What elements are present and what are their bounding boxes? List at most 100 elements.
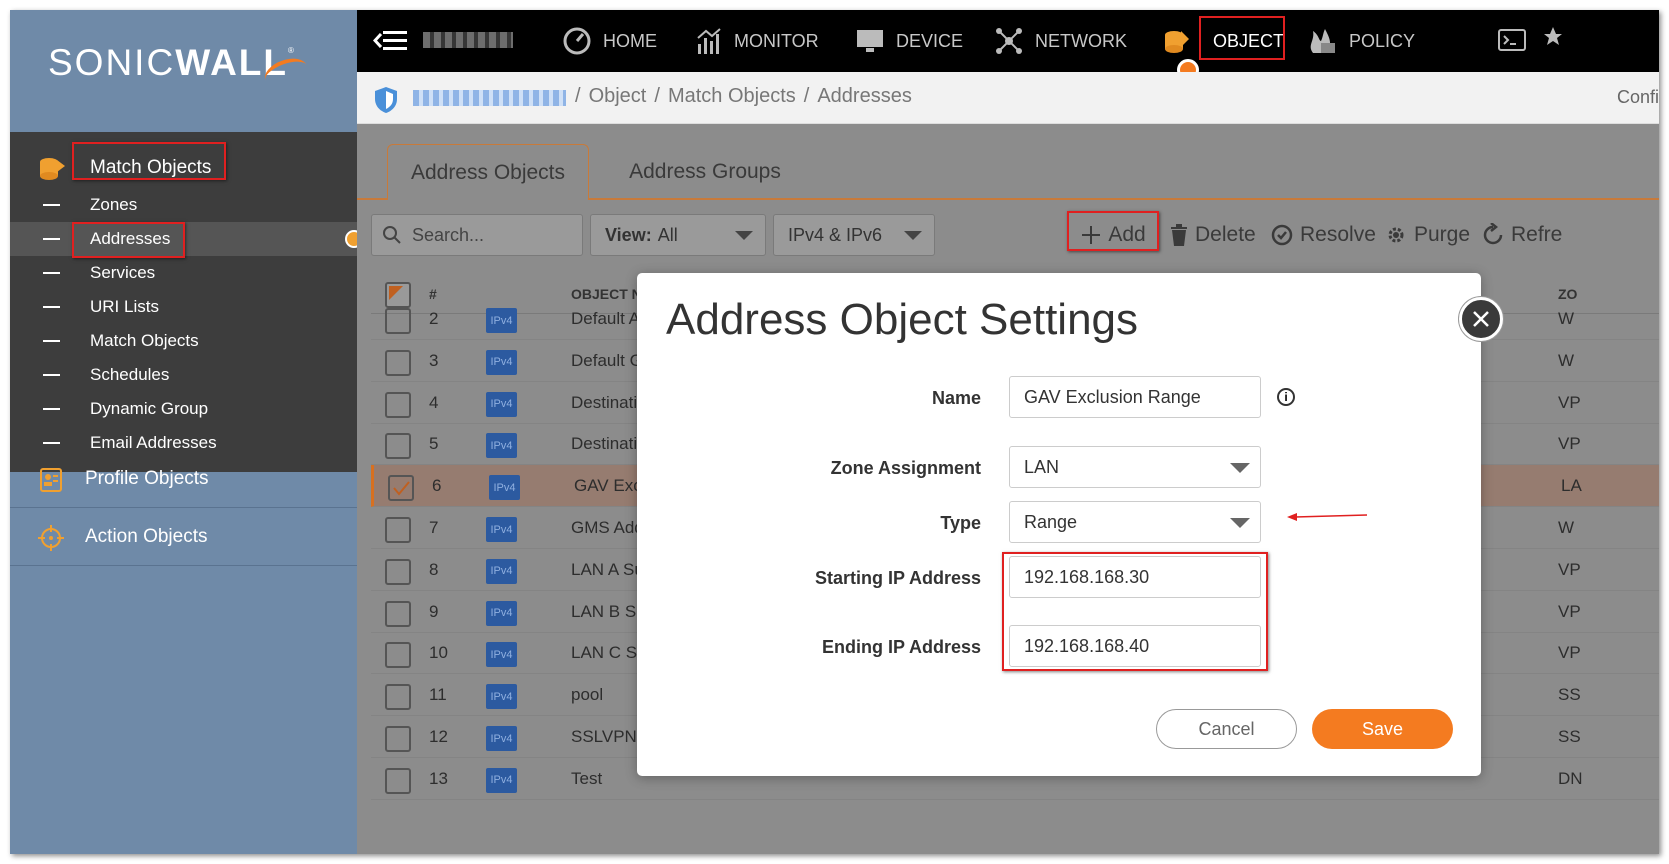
row-checkbox[interactable] — [385, 767, 411, 794]
refresh-icon — [1483, 223, 1503, 245]
tab-bar: Address Objects Address Groups — [357, 124, 1659, 200]
sidebar-section-profile-objects[interactable]: Profile Objects — [10, 450, 357, 508]
terminal-icon[interactable] — [1498, 28, 1526, 52]
row-checkbox[interactable] — [385, 433, 411, 460]
breadcrumb-object[interactable]: Object — [589, 85, 647, 107]
tab-address-groups[interactable]: Address Groups — [625, 144, 785, 200]
starting-ip-label: Starting IP Address — [814, 568, 981, 588]
cancel-button[interactable]: Cancel — [1156, 709, 1297, 749]
zone-cell: W — [1558, 309, 1575, 328]
close-icon — [1473, 311, 1489, 327]
row-checkbox[interactable] — [385, 558, 411, 585]
nav-home[interactable]: HOME — [563, 10, 657, 72]
zone-cell: SS — [1558, 685, 1581, 705]
zone-assignment-select[interactable]: LAN — [1009, 446, 1261, 488]
object-cylinder-icon — [1165, 31, 1189, 53]
row-checkbox[interactable] — [385, 517, 411, 543]
object-name: pool — [571, 685, 604, 705]
menu-collapse-icon[interactable] — [373, 28, 409, 54]
ip-version-badge: IPv4 — [486, 558, 517, 584]
view-select[interactable]: View: All — [590, 214, 766, 256]
sidebar-item-uri-lists[interactable]: URI Lists — [10, 290, 357, 324]
ip-version-badge: IPv4 — [489, 475, 520, 501]
sonicwall-logo: SONIC WALL ® — [48, 40, 312, 93]
address-object-settings-dialog: Address Object Settings Name GAV Exclusi… — [637, 273, 1503, 776]
close-button[interactable] — [1459, 297, 1503, 341]
info-icon[interactable]: i — [1277, 388, 1295, 406]
sidebar-item-services[interactable]: Services — [10, 256, 357, 290]
sidebar-item-dynamic-group[interactable]: Dynamic Group — [10, 392, 357, 426]
save-button[interactable]: Save — [1312, 709, 1453, 749]
row-number: 13 — [429, 768, 448, 788]
breadcrumb-match-objects[interactable]: Match Objects — [668, 85, 796, 107]
zone-cell: W — [1558, 350, 1575, 370]
row-checkbox[interactable] — [385, 391, 411, 418]
row-checkbox[interactable] — [388, 475, 414, 502]
chevron-down-icon — [1230, 518, 1250, 528]
ip-version-badge: IPv4 — [486, 308, 517, 333]
delete-button[interactable]: Delete — [1169, 214, 1256, 256]
zone-cell: VP — [1558, 559, 1581, 579]
network-icon — [996, 28, 1022, 54]
annotation-arrow — [1287, 513, 1368, 521]
nav-device[interactable]: DEVICE — [856, 10, 963, 72]
zone-cell: LA — [1561, 476, 1582, 496]
add-button[interactable]: Add — [1067, 211, 1159, 256]
sidebar-item-zones[interactable]: Zones — [10, 188, 357, 222]
tab-address-objects[interactable]: Address Objects — [387, 144, 589, 200]
zone-cell: W — [1558, 518, 1575, 537]
row-number: 5 — [429, 434, 439, 454]
row-number: 11 — [429, 685, 447, 705]
type-label: Type — [940, 513, 981, 533]
device-serial-redacted — [413, 90, 566, 106]
nav-network[interactable]: NETWORK — [995, 10, 1127, 72]
row-number: 8 — [429, 559, 439, 579]
ending-ip-field[interactable]: 192.168.168.40 — [1009, 625, 1261, 667]
name-field[interactable]: GAV Exclusion Range — [1009, 376, 1261, 418]
gear-icon — [1388, 227, 1404, 243]
row-number: 2 — [429, 309, 439, 328]
row-checkbox[interactable] — [385, 349, 411, 376]
sidebar-section-action-objects[interactable]: Action Objects — [10, 508, 357, 566]
star-icon[interactable] — [1544, 26, 1562, 46]
row-checkbox[interactable] — [385, 642, 411, 669]
match-objects-header[interactable]: Match Objects — [10, 142, 357, 192]
search-icon — [383, 226, 401, 244]
device-name-redacted — [423, 32, 513, 48]
row-checkbox[interactable] — [385, 308, 411, 334]
zone-cell: SS — [1558, 727, 1581, 746]
ip-version-badge: IPv4 — [486, 517, 517, 542]
zone-cell: VP — [1558, 434, 1581, 454]
chart-icon — [697, 28, 721, 54]
starting-ip-field[interactable]: 192.168.168.30 — [1009, 556, 1261, 598]
gauge-icon — [563, 27, 591, 55]
config-mode-label[interactable]: Confi — [1617, 87, 1659, 108]
sidebar-item-match-objects[interactable]: Match Objects — [10, 324, 357, 358]
sidebar-item-addresses[interactable]: Addresses — [10, 222, 363, 258]
zone-assignment-label: Zone Assignment — [830, 458, 981, 478]
profile-objects-icon — [40, 468, 62, 492]
refresh-button[interactable]: Refre — [1481, 214, 1562, 256]
row-checkbox[interactable] — [385, 726, 411, 752]
zone-cell: VP — [1558, 601, 1581, 621]
sidebar-item-schedules[interactable]: Schedules — [10, 358, 357, 392]
ip-version-badge: IPv4 — [486, 349, 517, 375]
ip-version-badge: IPv4 — [486, 433, 517, 459]
type-select[interactable]: Range — [1009, 501, 1261, 543]
row-checkbox[interactable] — [385, 600, 411, 627]
ip-version-badge: IPv4 — [486, 684, 517, 710]
search-input[interactable]: Search... — [371, 214, 583, 256]
firewall-icon — [1310, 29, 1335, 53]
nav-policy[interactable]: POLICY — [1307, 10, 1415, 72]
ip-version-select[interactable]: IPv4 & IPv6 — [773, 214, 935, 256]
purge-button[interactable]: Purge — [1384, 214, 1470, 256]
chevron-down-icon — [1230, 463, 1250, 473]
row-number: 6 — [432, 476, 442, 496]
monitor-icon — [857, 30, 883, 52]
resolve-icon — [1271, 224, 1293, 246]
resolve-button[interactable]: Resolve — [1270, 214, 1376, 256]
ip-version-badge: IPv4 — [486, 600, 517, 626]
row-checkbox[interactable] — [385, 684, 411, 711]
ip-version-badge: IPv4 — [486, 767, 517, 793]
nav-monitor[interactable]: MONITOR — [696, 10, 819, 72]
